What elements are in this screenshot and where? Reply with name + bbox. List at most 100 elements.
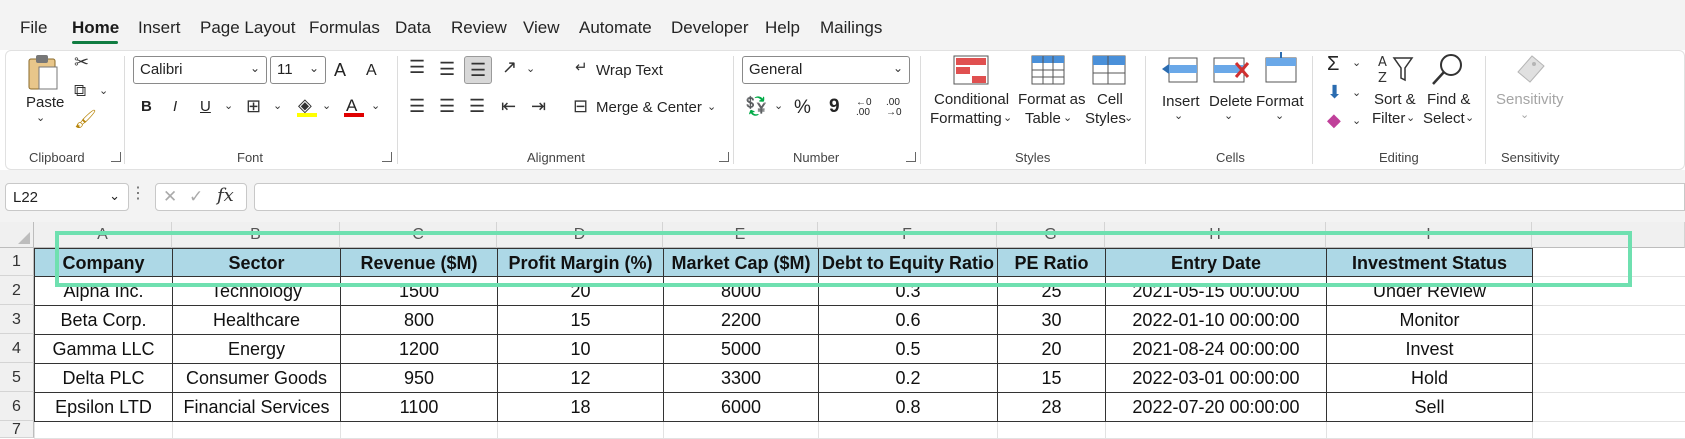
tab-data[interactable]: Data — [395, 18, 431, 38]
table-cell[interactable]: 15 — [497, 305, 664, 335]
table-cell[interactable]: 950 — [340, 363, 498, 393]
table-cell[interactable]: Beta Corp. — [34, 305, 173, 335]
format-painter-icon[interactable]: 🖌 — [74, 110, 97, 128]
dialog-launcher-icon[interactable] — [906, 152, 916, 162]
row-header-3[interactable]: 3 — [0, 305, 34, 334]
table-cell[interactable]: 2022-07-20 00:00:00 — [1105, 392, 1327, 422]
chevron-down-icon[interactable]: ⌄ — [99, 86, 108, 97]
tab-mailings[interactable]: Mailings — [820, 18, 882, 38]
table-cell[interactable]: Epsilon LTD — [34, 392, 173, 422]
header-cell[interactable]: Profit Margin (%) — [497, 248, 664, 277]
table-cell[interactable]: Alpha Inc. — [34, 276, 173, 306]
comma-style-button[interactable]: 9 — [829, 96, 840, 118]
column-header-e[interactable]: E — [663, 222, 818, 248]
tab-insert[interactable]: Insert — [138, 18, 181, 38]
table-cell[interactable]: Gamma LLC — [34, 334, 173, 364]
percent-button[interactable]: % — [794, 97, 811, 119]
accounting-format-icon[interactable]: 💱 — [745, 97, 767, 115]
increase-decimal-button[interactable]: ←0 .00 — [856, 98, 880, 118]
table-cell[interactable]: Financial Services — [172, 392, 341, 422]
number-format-select[interactable]: General ⌄ — [742, 56, 910, 84]
tab-help[interactable]: Help — [765, 18, 800, 38]
table-cell[interactable]: 15 — [997, 363, 1106, 393]
row-header-2[interactable]: 2 — [0, 276, 34, 305]
column-header-d[interactable]: D — [497, 222, 663, 248]
tab-file[interactable]: File — [20, 18, 47, 38]
column-header-f[interactable]: F — [818, 222, 997, 248]
table-cell[interactable]: 28 — [997, 392, 1106, 422]
column-header-h[interactable]: H — [1105, 222, 1326, 248]
table-cell[interactable]: 20 — [997, 334, 1106, 364]
row-header-7[interactable]: 7 — [0, 421, 34, 438]
chevron-down-icon[interactable]: ⌄ — [1352, 88, 1361, 99]
table-cell[interactable]: 10 — [497, 334, 664, 364]
chevron-down-icon[interactable]: ⌄ — [1352, 116, 1361, 127]
fill-color-icon[interactable]: ◈ — [298, 96, 312, 114]
table-cell[interactable]: 1200 — [340, 334, 498, 364]
chevron-down-icon[interactable]: ⌄ — [224, 101, 233, 112]
table-cell[interactable]: Technology — [172, 276, 341, 306]
font-size-select[interactable]: 11 ⌄ — [270, 56, 326, 84]
table-cell[interactable]: 2022-01-10 00:00:00 — [1105, 305, 1327, 335]
table-cell[interactable]: 2200 — [663, 305, 819, 335]
chevron-down-icon[interactable]: ⌄ — [774, 101, 783, 112]
table-cell[interactable]: 0.2 — [818, 363, 998, 393]
column-header-a[interactable]: A — [34, 222, 172, 248]
table-cell[interactable]: Healthcare — [172, 305, 341, 335]
chevron-down-icon[interactable]: ⌄ — [322, 101, 331, 112]
shrink-font-icon[interactable]: A — [366, 62, 377, 80]
table-cell[interactable]: 5000 — [663, 334, 819, 364]
align-top-icon[interactable]: ☰ — [409, 58, 425, 76]
borders-icon[interactable]: ⊞ — [246, 97, 261, 115]
orientation-icon[interactable]: ↗ — [502, 58, 517, 76]
table-cell[interactable]: 1500 — [340, 276, 498, 306]
font-name-select[interactable]: Calibri ⌄ — [133, 56, 267, 84]
align-center-icon[interactable]: ☰ — [439, 97, 455, 115]
table-cell[interactable]: 800 — [340, 305, 498, 335]
table-cell[interactable]: 3300 — [663, 363, 819, 393]
table-cell[interactable]: 30 — [997, 305, 1106, 335]
decrease-indent-icon[interactable]: ⇤ — [501, 97, 516, 115]
tab-formulas[interactable]: Formulas — [309, 18, 380, 38]
table-cell[interactable]: Delta PLC — [34, 363, 173, 393]
dialog-launcher-icon[interactable] — [382, 152, 392, 162]
table-cell[interactable]: 2022-03-01 00:00:00 — [1105, 363, 1327, 393]
copy-icon[interactable]: ⧉ — [74, 82, 86, 99]
select-all-button[interactable] — [0, 222, 34, 248]
align-left-icon[interactable]: ☰ — [409, 97, 425, 115]
header-cell[interactable]: Company — [34, 248, 173, 277]
formula-input[interactable] — [254, 183, 1685, 211]
table-cell[interactable]: 0.3 — [818, 276, 998, 306]
column-header-i[interactable]: I — [1326, 222, 1532, 248]
increase-indent-icon[interactable]: ⇥ — [531, 97, 546, 115]
table-cell[interactable]: 0.8 — [818, 392, 998, 422]
tab-review[interactable]: Review — [451, 18, 507, 38]
row-header-5[interactable]: 5 — [0, 363, 34, 392]
table-cell[interactable]: Monitor — [1326, 305, 1533, 335]
tab-home[interactable]: Home — [72, 18, 119, 38]
table-cell[interactable]: 12 — [497, 363, 664, 393]
fill-down-icon[interactable]: ⬇ — [1327, 83, 1342, 101]
tab-developer[interactable]: Developer — [671, 18, 749, 38]
table-cell[interactable]: Sell — [1326, 392, 1533, 422]
table-cell[interactable]: 2021-08-24 00:00:00 — [1105, 334, 1327, 364]
column-header-c[interactable]: C — [340, 222, 497, 248]
chevron-down-icon[interactable]: ⌄ — [371, 101, 380, 112]
grow-font-icon[interactable]: A — [334, 60, 346, 81]
table-cell[interactable]: 8000 — [663, 276, 819, 306]
table-cell[interactable]: Consumer Goods — [172, 363, 341, 393]
align-bottom-button[interactable]: ☰ — [464, 56, 492, 84]
header-cell[interactable]: Debt to Equity Ratio — [818, 248, 998, 277]
table-cell[interactable]: 25 — [997, 276, 1106, 306]
column-header-b[interactable]: B — [172, 222, 340, 248]
table-cell[interactable]: 20 — [497, 276, 664, 306]
header-cell[interactable]: Investment Status — [1326, 248, 1533, 277]
table-cell[interactable]: Under Review — [1326, 276, 1533, 306]
dialog-launcher-icon[interactable] — [111, 152, 121, 162]
table-cell[interactable]: Energy — [172, 334, 341, 364]
table-cell[interactable]: 0.6 — [818, 305, 998, 335]
table-cell[interactable]: 18 — [497, 392, 664, 422]
chevron-down-icon[interactable]: ⌄ — [273, 101, 282, 112]
underline-button[interactable]: U — [200, 98, 211, 115]
table-cell[interactable]: 1100 — [340, 392, 498, 422]
